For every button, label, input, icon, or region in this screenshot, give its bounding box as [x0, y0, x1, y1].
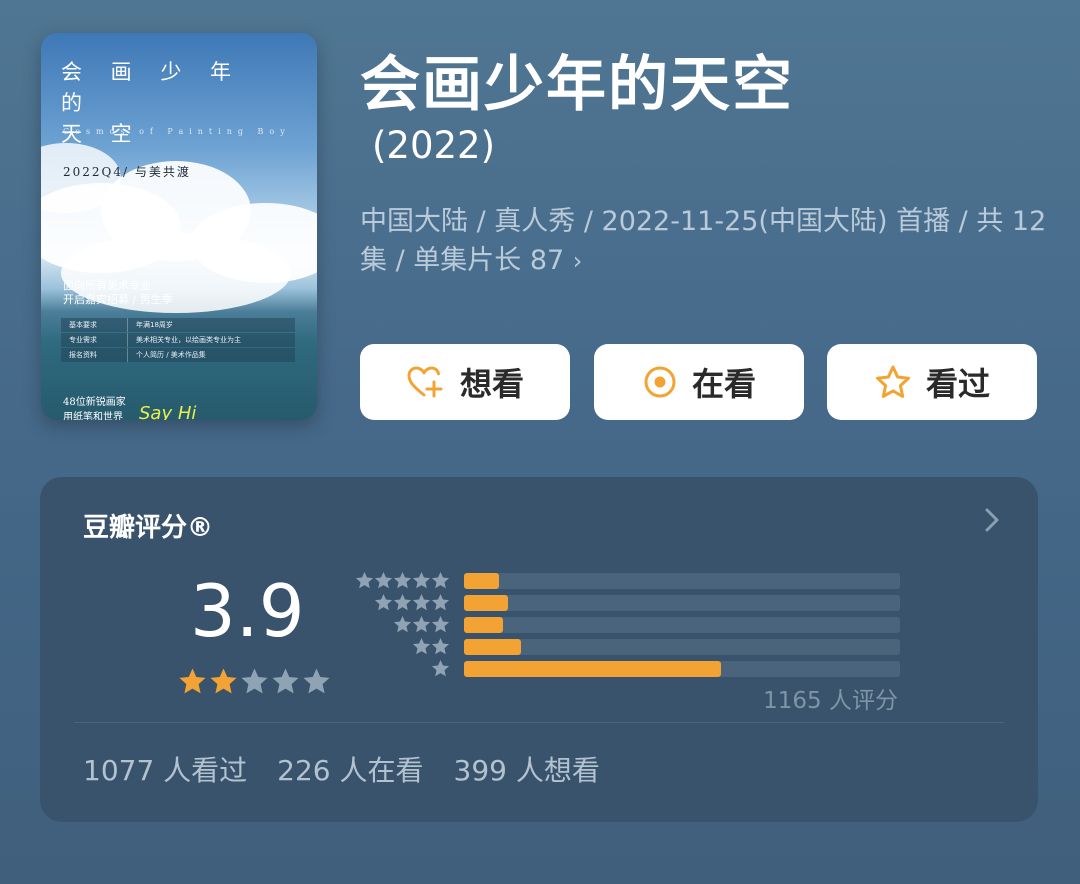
rating-row-stars — [355, 571, 450, 590]
star-icon — [412, 593, 431, 611]
poster-sayhi: Say Hi — [139, 403, 197, 420]
watched-button[interactable]: 看过 — [827, 344, 1037, 420]
poster-table-row: 报名资料 个人简历 / 美术作品集 — [61, 348, 295, 362]
rating-bar-fill — [464, 617, 503, 633]
divider — [74, 722, 1004, 723]
want-to-watch-button[interactable]: 想看 — [360, 344, 570, 420]
star-icon — [431, 593, 450, 611]
star-icon — [393, 571, 412, 589]
poster-season: 2022Q4/ 与美共渡 — [63, 165, 191, 179]
show-title: 会画少年的天空 — [360, 50, 794, 120]
star-icon — [431, 637, 450, 655]
rating-row-stars — [431, 659, 450, 678]
rating-bar-track — [464, 661, 900, 677]
star-icon — [393, 615, 412, 633]
star-icon — [355, 571, 374, 589]
rating-row-stars — [393, 615, 450, 634]
rating-card[interactable]: 豆瓣评分® 3.9 1165 人评分 1077 人看过 226 人在看 399 … — [40, 477, 1038, 822]
star-icon — [412, 571, 431, 589]
rating-row-2-star — [40, 637, 1038, 656]
poster-info-table: 基本要求 年满18周岁 专业需求 美术相关专业，以绘画类专业为主 报名资料 个人简历 … — [61, 318, 295, 363]
chevron-right-icon[interactable] — [984, 507, 1000, 533]
star-icon — [374, 593, 393, 611]
rating-title: 豆瓣评分® — [83, 513, 214, 543]
rating-bar-fill — [464, 595, 508, 611]
watching-label: 在看 — [691, 365, 756, 403]
rating-row-3-star — [40, 615, 1038, 634]
watched-label: 看过 — [925, 365, 990, 403]
poster-recruit-text: 面向所有美术专业 开启嘉宾招募 / 男生季 — [63, 279, 173, 306]
poster-bottom-text: 48位新锐画家 用纸笔和世界 — [63, 397, 126, 420]
star-outline-icon — [875, 365, 910, 398]
target-icon — [644, 366, 676, 398]
rating-bar-fill — [464, 661, 721, 677]
rating-bar-track — [464, 595, 900, 611]
star-icon — [431, 571, 450, 589]
star-icon — [431, 615, 450, 633]
poster-image[interactable]: 会 画 少 年 的 天 空 Cosmos of Painting Boy 202… — [41, 33, 317, 420]
rating-bar-track — [464, 617, 900, 633]
poster-subtitle: Cosmos of Painting Boy — [63, 127, 291, 136]
rating-total: 1165 人评分 — [763, 688, 898, 714]
rating-row-stars — [412, 637, 450, 656]
star-icon — [431, 659, 450, 677]
rating-bar-fill — [464, 639, 521, 655]
poster-table-row: 专业需求 美术相关专业，以绘画类专业为主 — [61, 333, 295, 347]
star-icon — [374, 571, 393, 589]
star-icon — [412, 637, 431, 655]
star-icon — [412, 615, 431, 633]
chevron-right-icon: › — [572, 247, 583, 275]
rating-bar-track — [464, 573, 900, 589]
poster-title: 会 画 少 年 的 天 空 — [61, 60, 243, 146]
rating-bar-fill — [464, 573, 499, 589]
rating-row-1-star — [40, 659, 1038, 678]
rating-counts: 1077 人看过 226 人在看 399 人想看 — [83, 749, 600, 789]
want-label: 想看 — [459, 365, 524, 403]
poster-table-row: 基本要求 年满18周岁 — [61, 318, 295, 332]
rating-row-5-star — [40, 571, 1038, 590]
show-meta[interactable]: 中国大陆 / 真人秀 / 2022-11-25(中国大陆) 首播 / 共 12 … — [360, 202, 1050, 281]
watching-button[interactable]: 在看 — [594, 344, 804, 420]
rating-bar-track — [464, 639, 900, 655]
rating-row-4-star — [40, 593, 1038, 612]
star-icon — [393, 593, 412, 611]
watching-count[interactable]: 226 人在看 — [277, 749, 423, 789]
rating-row-stars — [374, 593, 450, 612]
show-meta-text: 中国大陆 / 真人秀 / 2022-11-25(中国大陆) 首播 / 共 12 … — [360, 206, 1047, 276]
watched-count[interactable]: 1077 人看过 — [83, 749, 247, 789]
heart-plus-icon — [407, 366, 443, 398]
show-year: (2022) — [372, 124, 496, 167]
want-count[interactable]: 399 人想看 — [454, 749, 600, 789]
